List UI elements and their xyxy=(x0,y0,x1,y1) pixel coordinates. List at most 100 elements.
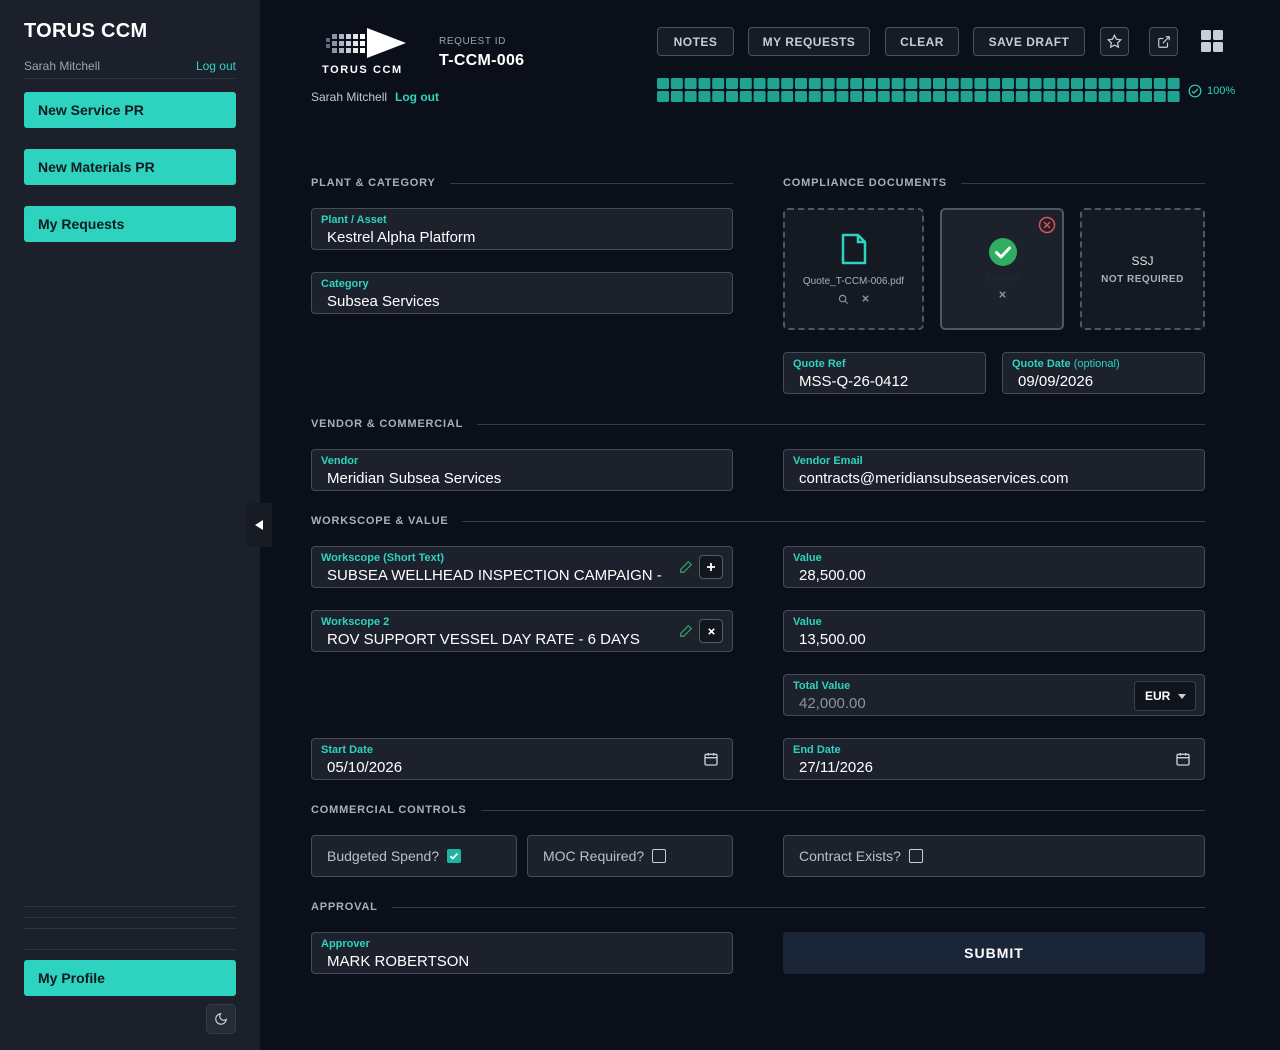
budgeted-spend-checkbox[interactable]: Budgeted Spend? xyxy=(311,835,517,877)
field-value: 05/10/2026 xyxy=(327,759,403,776)
approver-field[interactable]: Approver MARK ROBERTSON xyxy=(311,932,733,974)
progress-segment xyxy=(850,91,863,102)
my-requests-nav-button[interactable]: My Requests xyxy=(24,206,236,242)
checkbox-unchecked-icon[interactable] xyxy=(652,849,667,863)
section-title: VENDOR & COMMERCIAL xyxy=(311,418,464,430)
vendor-field[interactable]: Vendor Meridian Subsea Services xyxy=(311,449,733,491)
field-label-text: Quote Date xyxy=(1012,358,1071,370)
favorite-button[interactable] xyxy=(1100,27,1129,56)
end-date-field[interactable]: End Date 27/11/2026 xyxy=(783,738,1205,780)
service-document-card[interactable]: Service xyxy=(940,208,1064,330)
calendar-icon[interactable] xyxy=(1175,751,1191,767)
add-workscope-button[interactable] xyxy=(699,555,723,579)
progress-segment xyxy=(1057,78,1070,89)
pencil-icon[interactable] xyxy=(679,624,693,638)
section-title: APPROVAL xyxy=(311,901,378,913)
notes-button[interactable]: NOTES xyxy=(657,27,734,56)
quote-file-name: Quote_T-CCM-006.pdf xyxy=(802,276,905,287)
save-draft-button[interactable]: SAVE DRAFT xyxy=(973,27,1085,56)
dark-mode-toggle[interactable] xyxy=(206,1004,236,1034)
clear-button[interactable]: CLEAR xyxy=(885,27,959,56)
category-field[interactable]: Category Subsea Services xyxy=(311,272,733,314)
progress-segment xyxy=(1126,78,1139,89)
progress-segment xyxy=(726,78,738,89)
progress-segment xyxy=(877,78,890,89)
progress-segment xyxy=(1071,78,1083,89)
grid-icon[interactable] xyxy=(1200,29,1224,53)
submit-button[interactable]: SUBMIT xyxy=(783,932,1205,974)
close-icon[interactable] xyxy=(861,294,870,303)
currency-select[interactable]: EUR xyxy=(1134,681,1196,711)
progress-segment xyxy=(864,78,876,89)
sidebar-user-name: Sarah Mitchell xyxy=(24,59,101,73)
start-date-field[interactable]: Start Date 05/10/2026 xyxy=(311,738,733,780)
quote-document-card[interactable]: Quote_T-CCM-006.pdf xyxy=(783,208,924,330)
progress-segment xyxy=(946,78,959,89)
progress-segment xyxy=(960,91,973,102)
new-materials-pr-button[interactable]: New Materials PR xyxy=(24,149,236,185)
field-value: 28,500.00 xyxy=(799,567,866,584)
progress-segment xyxy=(891,91,904,102)
close-icon[interactable] xyxy=(998,290,1007,299)
field-label: End Date xyxy=(793,744,841,756)
new-service-pr-button[interactable]: New Service PR xyxy=(24,92,236,128)
field-value: SUBSEA WELLHEAD INSPECTION CAMPAIGN - PH… xyxy=(327,567,667,584)
check-circle-icon xyxy=(1188,84,1202,98)
open-external-button[interactable] xyxy=(1149,27,1178,56)
workscope-2-field[interactable]: Workscope 2 ROV SUPPORT VESSEL DAY RATE … xyxy=(311,610,733,652)
value-1-field[interactable]: Value 28,500.00 xyxy=(783,546,1205,588)
pencil-icon[interactable] xyxy=(679,560,693,574)
progress-segment xyxy=(1084,91,1097,102)
checkbox-checked-icon[interactable] xyxy=(447,849,462,863)
progress-segment xyxy=(1057,91,1070,102)
value-2-field[interactable]: Value 13,500.00 xyxy=(783,610,1205,652)
my-profile-button[interactable]: My Profile xyxy=(24,960,236,996)
remove-circle-icon[interactable] xyxy=(1038,216,1056,234)
field-value: Kestrel Alpha Platform xyxy=(327,229,476,246)
quote-date-field[interactable]: Quote Date (optional) 09/09/2026 xyxy=(1002,352,1205,394)
service-label: Service xyxy=(985,273,1019,284)
progress-segment xyxy=(974,78,987,89)
progress-segment xyxy=(891,78,904,89)
quote-ref-field[interactable]: Quote Ref MSS-Q-26-0412 xyxy=(783,352,986,394)
progress-segment xyxy=(1098,91,1111,102)
remove-workscope-button[interactable] xyxy=(699,619,723,643)
triangle-left-icon xyxy=(255,520,263,530)
progress-segment xyxy=(933,91,945,102)
progress-segment xyxy=(822,91,835,102)
ssj-document-card[interactable]: SSJ NOT REQUIRED xyxy=(1080,208,1205,330)
header-logout-link[interactable]: Log out xyxy=(395,90,439,104)
field-value: Meridian Subsea Services xyxy=(327,470,502,487)
checkbox-unchecked-icon[interactable] xyxy=(908,849,923,863)
field-label: Workscope (Short Text) xyxy=(321,552,445,564)
checkbox-label: Budgeted Spend? xyxy=(327,848,440,864)
progress-segment xyxy=(1098,78,1111,89)
progress-percent: 100% xyxy=(1207,85,1236,97)
sidebar-collapse-button[interactable] xyxy=(246,503,272,547)
vendor-email-field[interactable]: Vendor Email contracts@meridiansubseaser… xyxy=(783,449,1205,491)
contract-exists-checkbox[interactable]: Contract Exists? xyxy=(783,835,1205,877)
field-label: Vendor Email xyxy=(793,455,863,467)
progress-segment xyxy=(1126,91,1139,102)
progress-segment xyxy=(905,78,918,89)
workscope-1-field[interactable]: Workscope (Short Text) SUBSEA WELLHEAD I… xyxy=(311,546,733,588)
progress-segment xyxy=(822,78,835,89)
progress-segment xyxy=(1029,91,1042,102)
moc-required-checkbox[interactable]: MOC Required? xyxy=(527,835,733,877)
sidebar-divider xyxy=(24,928,236,929)
field-value: MARK ROBERTSON xyxy=(327,953,470,970)
sidebar-logout-link[interactable]: Log out xyxy=(196,59,236,73)
progress-segment xyxy=(712,91,725,102)
progress-indicator: 100% xyxy=(1188,84,1235,98)
my-requests-button[interactable]: MY REQUESTS xyxy=(748,27,870,56)
field-label: Plant / Asset xyxy=(321,214,387,226)
ssj-status: NOT REQUIRED xyxy=(1101,274,1184,285)
file-icon xyxy=(841,233,867,265)
search-icon[interactable] xyxy=(838,294,849,305)
progress-segment xyxy=(698,91,711,102)
plant-asset-field[interactable]: Plant / Asset Kestrel Alpha Platform xyxy=(311,208,733,250)
calendar-icon[interactable] xyxy=(703,751,719,767)
progress-segment xyxy=(1153,78,1166,89)
progress-segment xyxy=(781,78,794,89)
progress-segment xyxy=(1002,78,1014,89)
